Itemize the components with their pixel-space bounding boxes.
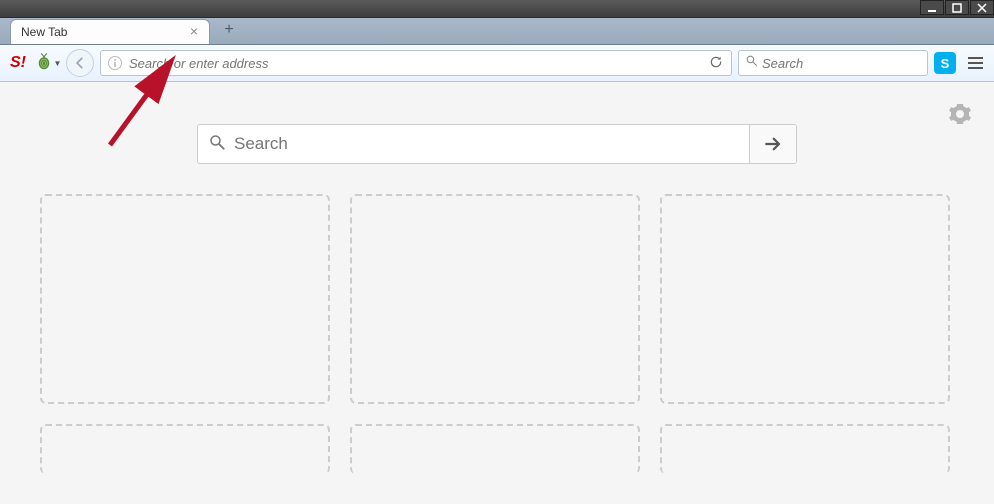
skype-icon[interactable]: S (934, 52, 956, 74)
tab-active[interactable]: New Tab × (10, 19, 210, 44)
newtab-search-field[interactable] (197, 124, 749, 164)
address-input[interactable] (129, 56, 707, 71)
window-titlebar (0, 0, 994, 18)
newtab-search-submit-button[interactable] (749, 124, 797, 164)
hamburger-menu-button[interactable] (962, 50, 988, 76)
new-tab-button[interactable]: + (218, 21, 240, 41)
window-maximize-button[interactable] (945, 0, 969, 15)
top-site-placeholder[interactable] (660, 194, 950, 404)
back-button[interactable] (66, 49, 94, 77)
chevron-down-icon: ▼ (54, 59, 62, 68)
search-input[interactable] (762, 56, 940, 71)
top-site-placeholder[interactable] (660, 424, 950, 474)
tab-close-icon[interactable]: × (187, 25, 201, 39)
onion-icon (35, 52, 53, 75)
top-site-placeholder[interactable] (350, 424, 640, 474)
search-icon (208, 133, 226, 156)
newtab-search-input[interactable] (234, 134, 739, 154)
url-bar[interactable] (100, 50, 732, 76)
tor-onion-button[interactable]: ▼ (36, 51, 60, 75)
top-site-placeholder[interactable] (350, 194, 640, 404)
tab-title: New Tab (21, 25, 67, 39)
window-minimize-button[interactable] (920, 0, 944, 15)
newtab-search-form (197, 124, 797, 164)
tab-strip: New Tab × + (0, 18, 994, 45)
window-close-button[interactable] (970, 0, 994, 15)
info-icon[interactable] (107, 55, 123, 71)
top-site-placeholder[interactable] (40, 424, 330, 474)
top-site-placeholder[interactable] (40, 194, 330, 404)
toolbar: S! ▼ S (0, 45, 994, 82)
s-extension-icon[interactable]: S! (6, 51, 30, 75)
search-icon (745, 54, 758, 72)
top-sites-grid (40, 194, 954, 474)
search-bar[interactable] (738, 50, 928, 76)
settings-gear-icon[interactable] (948, 102, 972, 131)
reload-icon[interactable] (707, 55, 725, 72)
page-content (0, 82, 994, 504)
